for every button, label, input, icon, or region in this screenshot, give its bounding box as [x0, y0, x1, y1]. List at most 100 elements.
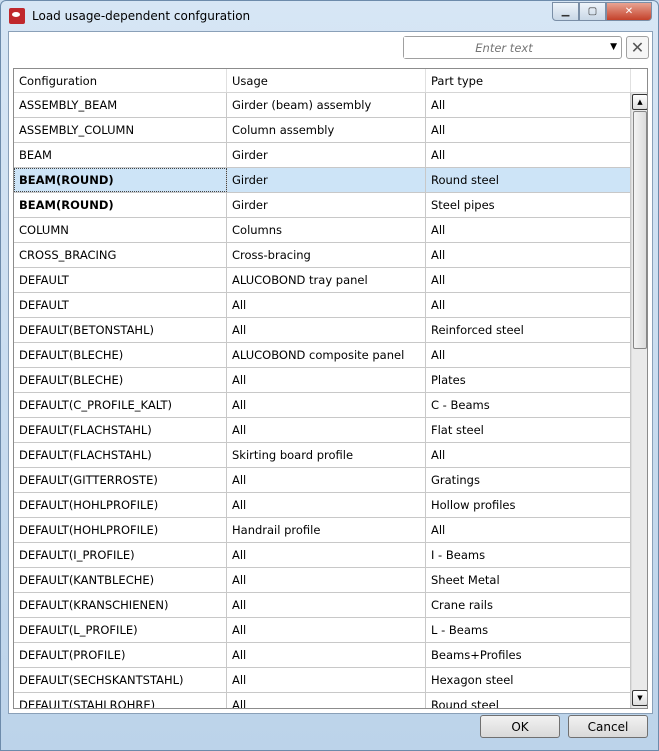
cell-part-type: Hexagon steel [426, 668, 631, 692]
cell-part-type: Steel pipes [426, 193, 631, 217]
cell-part-type: Hollow profiles [426, 493, 631, 517]
cell-configuration: DEFAULT(BETONSTAHL) [14, 318, 227, 342]
search-combobox[interactable]: ▼ [403, 36, 622, 59]
cell-usage: Column assembly [227, 118, 426, 142]
cell-usage: All [227, 318, 426, 342]
table-row[interactable]: DEFAULT(BLECHE) ALUCOBOND composite panel… [14, 343, 647, 368]
cell-configuration: DEFAULT(BLECHE) [14, 368, 227, 392]
cell-part-type: Round steel [426, 168, 631, 192]
table-row[interactable]: DEFAULT(KRANSCHIENEN) All Crane rails [14, 593, 647, 618]
table-row[interactable]: DEFAULT(BETONSTAHL) All Reinforced steel [14, 318, 647, 343]
table-row[interactable]: ASSEMBLY_BEAM Girder (beam) assembly All [14, 93, 647, 118]
scroll-down-button[interactable]: ▼ [632, 690, 647, 706]
close-icon: ✕ [630, 38, 645, 57]
table-row[interactable]: DEFAULT(L_PROFILE) All L - Beams [14, 618, 647, 643]
cell-part-type: Plates [426, 368, 631, 392]
configuration-table: Configuration Usage Part type ASSEMBLY_B… [13, 68, 648, 709]
cell-usage: All [227, 643, 426, 667]
cell-configuration: DEFAULT(BLECHE) [14, 343, 227, 367]
table-row[interactable]: DEFAULT ALUCOBOND tray panel All [14, 268, 647, 293]
cell-part-type: All [426, 343, 631, 367]
table-row[interactable]: BEAM(ROUND) Girder Round steel [14, 168, 647, 193]
cell-part-type: Crane rails [426, 593, 631, 617]
cell-usage: Columns [227, 218, 426, 242]
search-input[interactable] [404, 37, 594, 58]
table-row[interactable]: COLUMN Columns All [14, 218, 647, 243]
cell-usage: All [227, 618, 426, 642]
cell-usage: Girder [227, 193, 426, 217]
maximize-button[interactable]: ▢ [579, 2, 606, 21]
cell-usage: Cross-bracing [227, 243, 426, 267]
cell-part-type: All [426, 218, 631, 242]
cell-configuration: ASSEMBLY_COLUMN [14, 118, 227, 142]
cell-usage: All [227, 418, 426, 442]
table-row[interactable]: CROSS_BRACING Cross-bracing All [14, 243, 647, 268]
close-button[interactable]: ✕ [606, 2, 652, 21]
cell-configuration: ASSEMBLY_BEAM [14, 93, 227, 117]
table-row[interactable]: DEFAULT(I_PROFILE) All I - Beams [14, 543, 647, 568]
cell-configuration: DEFAULT(HOHLPROFILE) [14, 493, 227, 517]
cell-configuration: DEFAULT(C_PROFILE_KALT) [14, 393, 227, 417]
dialog-window: Load usage-dependent confguration ▁ ▢ ✕ … [0, 0, 659, 751]
cell-part-type: All [426, 268, 631, 292]
cell-usage: All [227, 568, 426, 592]
cell-part-type: I - Beams [426, 543, 631, 567]
cell-usage: All [227, 368, 426, 392]
clear-filter-button[interactable]: ✕ [626, 36, 649, 59]
cell-configuration: DEFAULT(GITTERROSTE) [14, 468, 227, 492]
cell-configuration: BEAM [14, 143, 227, 167]
cell-configuration: DEFAULT(HOHLPROFILE) [14, 518, 227, 542]
cell-usage: Girder [227, 168, 426, 192]
cell-configuration: DEFAULT(FLACHSTAHL) [14, 418, 227, 442]
cell-part-type: Reinforced steel [426, 318, 631, 342]
cell-usage: ALUCOBOND tray panel [227, 268, 426, 292]
table-row[interactable]: DEFAULT(PROFILE) All Beams+Profiles [14, 643, 647, 668]
cell-part-type: Gratings [426, 468, 631, 492]
cell-configuration: DEFAULT(L_PROFILE) [14, 618, 227, 642]
cell-configuration: DEFAULT [14, 293, 227, 317]
cell-part-type: All [426, 93, 631, 117]
table-row[interactable]: DEFAULT(FLACHSTAHL) Skirting board profil… [14, 443, 647, 468]
table-row[interactable]: DEFAULT All All [14, 293, 647, 318]
minimize-button[interactable]: ▁ [552, 2, 579, 21]
table-row[interactable]: DEFAULT(HOHLPROFILE) All Hollow profiles [14, 493, 647, 518]
table-row[interactable]: DEFAULT(SECHSKANTSTAHL) All Hexagon steel [14, 668, 647, 693]
cell-part-type: All [426, 518, 631, 542]
table-row[interactable]: BEAM(ROUND) Girder Steel pipes [14, 193, 647, 218]
table-row[interactable]: DEFAULT(GITTERROSTE) All Gratings [14, 468, 647, 493]
cell-part-type: All [426, 243, 631, 267]
table-row[interactable]: BEAM Girder All [14, 143, 647, 168]
cell-usage: Handrail profile [227, 518, 426, 542]
scroll-up-button[interactable]: ▲ [632, 94, 647, 110]
cell-configuration: DEFAULT(KANTBLECHE) [14, 568, 227, 592]
column-header-usage[interactable]: Usage [227, 69, 426, 92]
cell-part-type: All [426, 143, 631, 167]
cell-part-type: L - Beams [426, 618, 631, 642]
cell-part-type: Sheet Metal [426, 568, 631, 592]
ok-button[interactable]: OK [480, 715, 560, 738]
table-row[interactable]: ASSEMBLY_COLUMN Column assembly All [14, 118, 647, 143]
cell-usage: All [227, 543, 426, 567]
cell-usage: All [227, 468, 426, 492]
cell-usage: All [227, 668, 426, 692]
table-row[interactable]: DEFAULT(BLECHE) All Plates [14, 368, 647, 393]
column-header-configuration[interactable]: Configuration [14, 69, 227, 92]
vertical-scrollbar[interactable]: ▲ ▼ [631, 93, 647, 708]
column-header-part-type[interactable]: Part type [426, 69, 631, 92]
cell-configuration: COLUMN [14, 218, 227, 242]
table-row[interactable]: DEFAULT(C_PROFILE_KALT) All C - Beams [14, 393, 647, 418]
cell-configuration: DEFAULT(STAHLROHRE) [14, 693, 227, 708]
table-row[interactable]: DEFAULT(STAHLROHRE) All Round steel [14, 693, 647, 708]
cell-usage: All [227, 293, 426, 317]
cell-usage: All [227, 593, 426, 617]
table-row[interactable]: DEFAULT(HOHLPROFILE) Handrail profile All [14, 518, 647, 543]
table-row[interactable]: DEFAULT(KANTBLECHE) All Sheet Metal [14, 568, 647, 593]
cell-usage: All [227, 493, 426, 517]
cell-usage: Skirting board profile [227, 443, 426, 467]
cancel-button[interactable]: Cancel [568, 715, 648, 738]
scrollbar-thumb[interactable] [633, 111, 647, 349]
dropdown-arrow-icon[interactable]: ▼ [610, 42, 617, 52]
cell-configuration: DEFAULT(I_PROFILE) [14, 543, 227, 567]
cell-part-type: Flat steel [426, 418, 631, 442]
table-row[interactable]: DEFAULT(FLACHSTAHL) All Flat steel [14, 418, 647, 443]
